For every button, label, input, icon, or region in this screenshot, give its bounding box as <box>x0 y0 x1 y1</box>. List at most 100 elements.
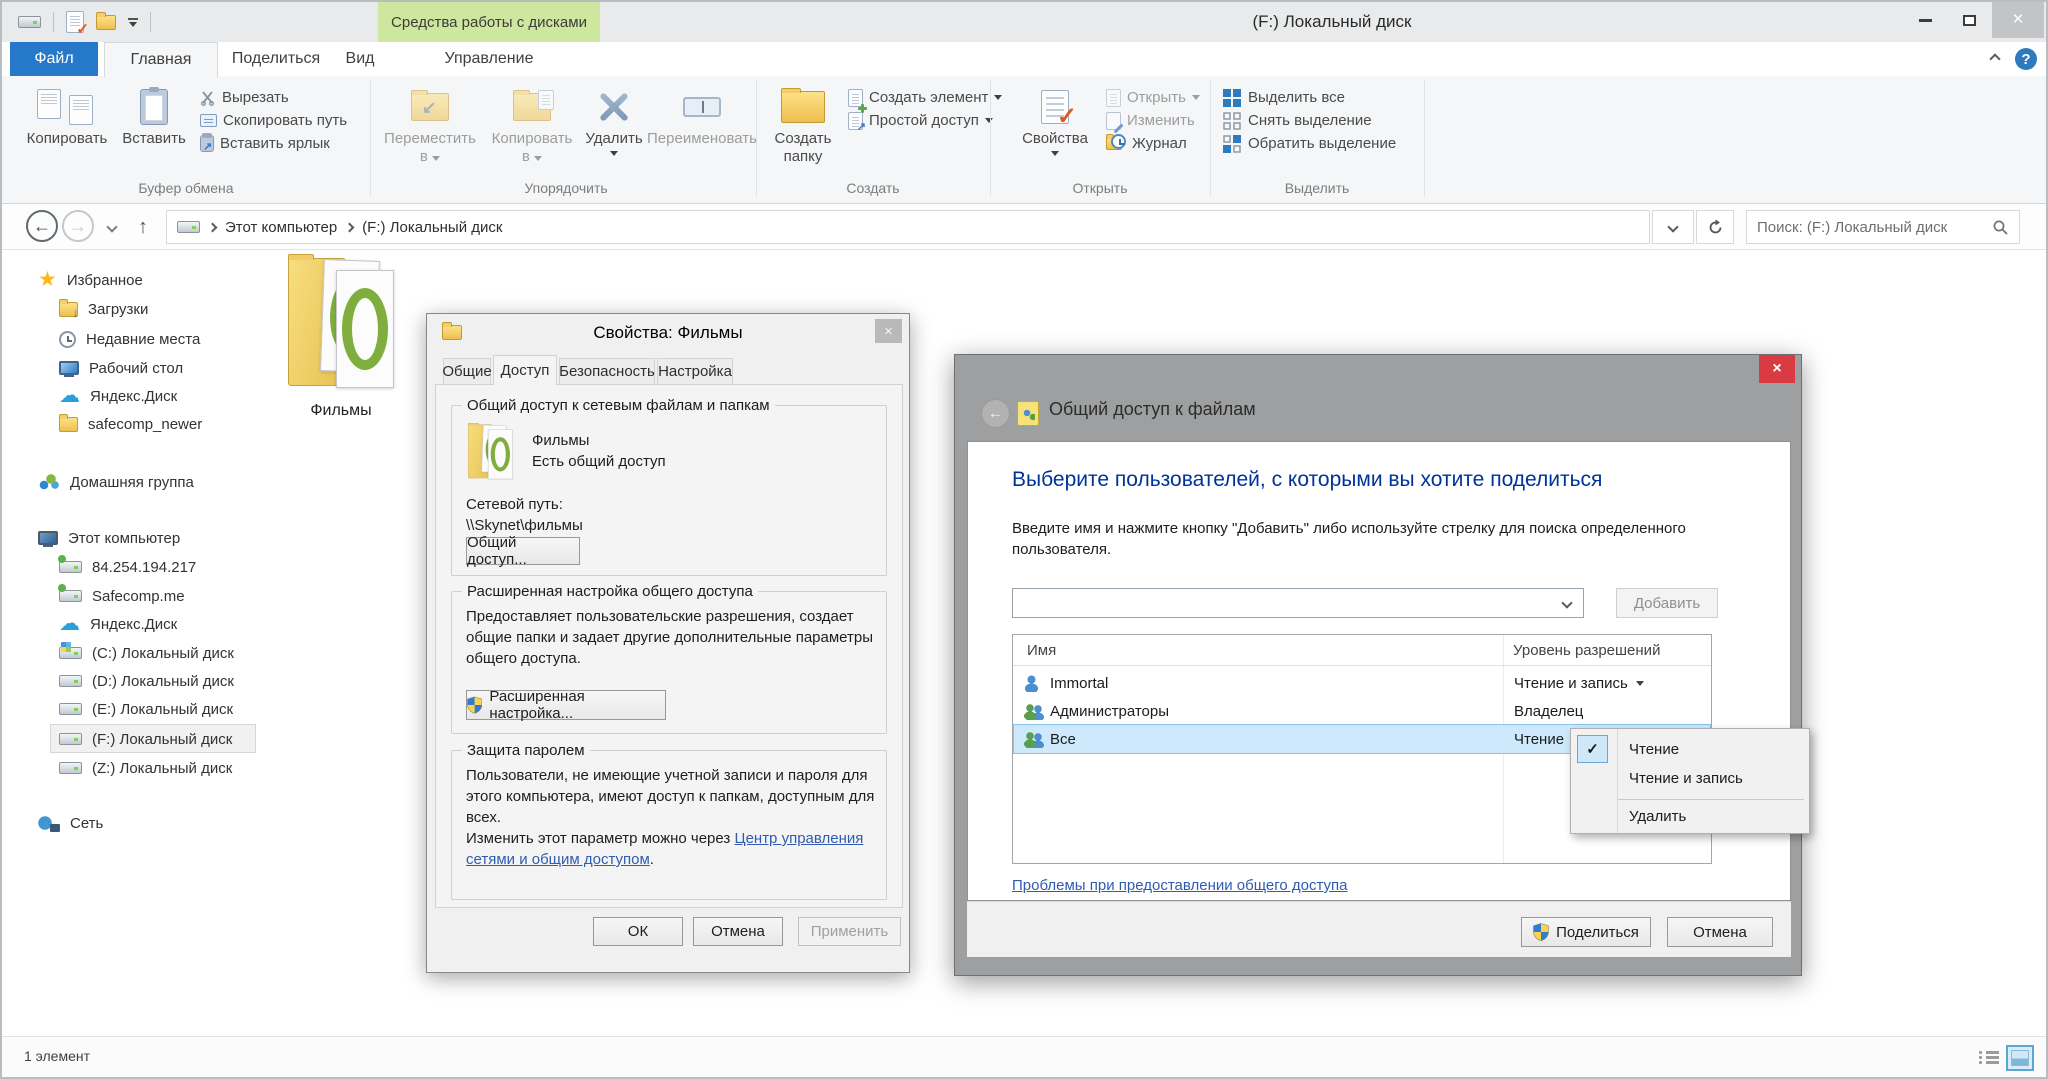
recent-locations-button[interactable] <box>100 210 124 244</box>
thumbnails-view-button[interactable] <box>2006 1045 2034 1071</box>
back-button[interactable]: ← <box>26 210 58 242</box>
rename-button[interactable]: Переименовать <box>648 82 756 178</box>
easy-access-button[interactable]: ↗ Простой доступ <box>848 109 993 132</box>
dropdown-icon <box>985 118 993 123</box>
tab-share[interactable]: Поделиться <box>224 42 328 76</box>
sharing-cancel-button[interactable]: Отмена <box>1667 917 1773 947</box>
select-none-button[interactable]: Снять выделение <box>1222 109 1372 132</box>
qat-customize-button[interactable] <box>128 18 138 27</box>
sidebar-item-drive-f[interactable]: (F:) Локальный диск <box>2 725 252 753</box>
paste-shortcut-button[interactable]: ↗ Вставить ярлык <box>200 132 330 155</box>
select-all-button[interactable]: Выделить все <box>1222 86 1345 109</box>
sidebar-item-safecomp-newer[interactable]: safecomp_newer <box>2 410 252 438</box>
list-row-immortal[interactable]: Immortal Чтение и запись <box>1014 669 1710 697</box>
search-input[interactable] <box>1757 219 1992 236</box>
forward-button[interactable]: → <box>62 210 94 242</box>
sidebar-item-yandex-disk[interactable]: ☁Яндекс.Диск <box>2 382 252 410</box>
folder-qat-button[interactable] <box>96 15 116 30</box>
properties-close-button[interactable]: × <box>875 319 902 343</box>
history-button[interactable]: Журнал <box>1106 132 1187 155</box>
sharing-close-button[interactable]: × <box>1759 355 1795 383</box>
tab-manage[interactable]: Управление <box>394 42 584 76</box>
up-button[interactable]: ↑ <box>126 210 160 244</box>
ok-button[interactable]: ОК <box>593 917 683 946</box>
close-icon: × <box>1772 360 1781 378</box>
address-dropdown-button[interactable] <box>1652 210 1694 244</box>
properties-qat-button[interactable]: ✓ <box>66 11 84 33</box>
sidebar-item-network[interactable]: Сеть <box>2 809 252 837</box>
search-box[interactable] <box>1746 210 2020 244</box>
delete-icon <box>595 84 633 130</box>
dropdown-icon <box>432 156 440 161</box>
add-user-button[interactable]: Добавить <box>1616 588 1718 618</box>
dvd-folder-icon <box>288 252 392 392</box>
ribbon-separator <box>990 80 991 196</box>
menu-item-read-write[interactable]: Чтение и запись <box>1629 765 1743 791</box>
sidebar-item-recent-places[interactable]: Недавние места <box>2 325 252 353</box>
copy-icon <box>43 84 91 130</box>
copy-button[interactable]: Копировать <box>20 82 114 178</box>
tab-sharing[interactable]: Доступ <box>493 355 557 385</box>
tab-security[interactable]: Безопасность <box>559 358 655 385</box>
menu-item-read[interactable]: Чтение <box>1629 736 1679 762</box>
sidebar-item-drive-z[interactable]: (Z:) Локальный диск <box>2 754 252 782</box>
refresh-button[interactable] <box>1696 210 1734 244</box>
copy-path-button[interactable]: Скопировать путь <box>200 109 347 132</box>
tab-home[interactable]: Главная <box>104 42 218 77</box>
advanced-sharing-button[interactable]: Расширенная настройка... <box>466 690 666 720</box>
delete-button[interactable]: Удалить <box>582 82 646 178</box>
sidebar-item-yandex-disk-2[interactable]: ☁Яндекс.Диск <box>2 610 252 638</box>
user-combobox-input[interactable] <box>1013 589 1563 617</box>
share-button[interactable]: Поделиться <box>1521 917 1651 947</box>
chevron-right-icon <box>345 222 355 232</box>
sidebar-item-this-pc[interactable]: Этот компьютер <box>2 524 252 552</box>
help-button[interactable]: ? <box>2010 42 2042 76</box>
minimize-button[interactable] <box>1904 2 1946 38</box>
tab-file[interactable]: Файл <box>10 42 98 76</box>
maximize-button[interactable] <box>1948 2 1990 38</box>
sharing-back-button[interactable]: ← <box>981 399 1010 428</box>
move-to-button[interactable]: ↙ Переместить в <box>378 82 482 178</box>
cancel-button[interactable]: Отмена <box>693 917 783 946</box>
sidebar-item-safecomp-me[interactable]: Safecomp.me <box>2 582 252 610</box>
breadcrumb[interactable]: Этот компьютер (F:) Локальный диск <box>166 210 1650 244</box>
permission-level-dropdown[interactable]: Чтение и запись <box>1514 675 1644 692</box>
path-icon <box>200 114 217 127</box>
share-access-button[interactable]: Общий доступ... <box>466 537 580 565</box>
user-combobox[interactable] <box>1012 588 1584 618</box>
sidebar-item-homegroup[interactable]: Домашняя группа <box>2 468 252 496</box>
tab-customize[interactable]: Настройка <box>657 358 733 385</box>
new-item-button[interactable]: Создать элемент <box>848 86 1002 109</box>
sidebar-item-drive-d[interactable]: (D:) Локальный диск <box>2 667 252 695</box>
apply-button[interactable]: Применить <box>798 917 901 946</box>
open-button[interactable]: Открыть <box>1106 86 1200 109</box>
cut-button[interactable]: Вырезать <box>200 86 289 109</box>
sidebar-item-desktop[interactable]: Рабочий стол <box>2 354 252 382</box>
breadcrumb-this-pc[interactable]: Этот компьютер <box>225 219 337 236</box>
quick-access-toolbar: ✓ <box>18 2 151 42</box>
edit-button[interactable]: Изменить <box>1106 109 1195 132</box>
tab-general[interactable]: Общие <box>443 358 491 385</box>
column-header-name[interactable]: Имя <box>1027 635 1056 665</box>
paste-button[interactable]: Вставить <box>116 82 192 178</box>
properties-button[interactable]: ✓ Свойства <box>1012 82 1098 178</box>
invert-selection-button[interactable]: Обратить выделение <box>1222 132 1396 155</box>
details-view-button[interactable] <box>1978 1049 2000 1066</box>
column-header-level[interactable]: Уровень разрешений <box>1513 635 1660 665</box>
tab-view[interactable]: Вид <box>332 42 388 76</box>
breadcrumb-current-drive[interactable]: (F:) Локальный диск <box>362 219 502 236</box>
list-row-administrators[interactable]: Администраторы Владелец <box>1014 697 1710 725</box>
sidebar-item-downloads[interactable]: ↓Загрузки <box>2 295 252 323</box>
menu-item-remove[interactable]: Удалить <box>1629 803 1686 829</box>
sidebar-item-drive-e[interactable]: (E:) Локальный диск <box>2 695 252 723</box>
copy-to-button[interactable]: Копировать в <box>484 82 580 178</box>
sidebar-item-drive-c[interactable]: (C:) Локальный диск <box>2 639 252 667</box>
folder-tile-films[interactable]: Фильмы <box>288 252 394 420</box>
chevron-down-icon <box>1667 221 1678 232</box>
collapse-ribbon-button[interactable] <box>1980 42 2010 76</box>
close-button[interactable]: × <box>1992 2 2044 38</box>
sidebar-item-favorites[interactable]: ★Избранное <box>2 266 252 294</box>
sidebar-item-netdrive-ip[interactable]: 84.254.194.217 <box>2 553 252 581</box>
new-folder-button[interactable]: Создать папку <box>764 82 842 178</box>
sharing-problems-link[interactable]: Проблемы при предоставлении общего досту… <box>1012 877 1348 894</box>
